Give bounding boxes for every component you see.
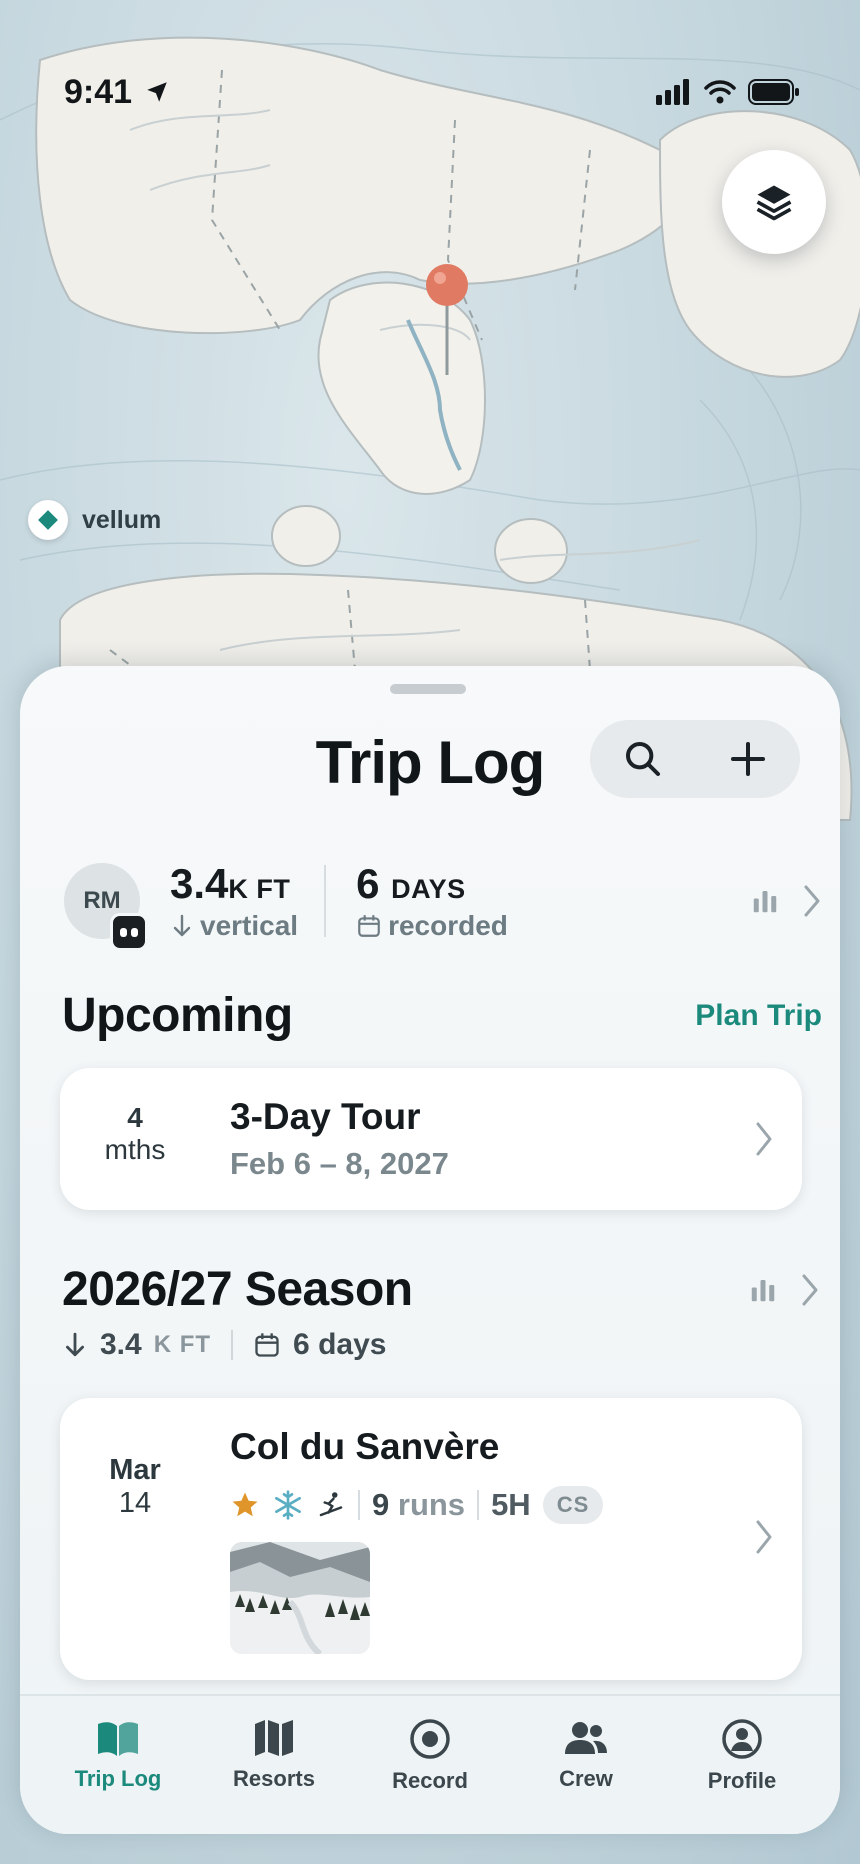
arrow-down-icon xyxy=(173,914,191,937)
resort-badge: CS xyxy=(542,1486,604,1524)
place-dot-icon xyxy=(28,500,68,540)
wifi-icon xyxy=(704,80,736,104)
entry-date: Mar 14 xyxy=(60,1454,210,1520)
season-days: 6 days xyxy=(293,1328,387,1361)
snowflake-icon xyxy=(275,1490,301,1520)
entry-meta: 9 runs 5H CS xyxy=(230,1486,604,1524)
tab-crew[interactable]: Crew xyxy=(511,1696,661,1834)
stat-divider xyxy=(324,865,327,937)
status-bar: 9:41 xyxy=(64,70,800,114)
trip-log-sheet: Trip Log RM 3.4K FT vertical 6 DAYS reco… xyxy=(20,666,840,1834)
add-icon[interactable] xyxy=(728,739,768,779)
entry-month: Mar xyxy=(109,1454,161,1486)
bar-chart-icon xyxy=(751,1279,775,1301)
cellular-signal-icon xyxy=(656,79,689,105)
map-icon xyxy=(255,1720,293,1756)
entry-day: 14 xyxy=(118,1487,152,1519)
trip-dates: Feb 6 – 8, 2027 xyxy=(230,1146,449,1181)
upcoming-header: Upcoming Plan Trip xyxy=(62,988,822,1043)
tab-resorts[interactable]: Resorts xyxy=(199,1696,349,1834)
chevron-right-icon xyxy=(756,1122,772,1156)
summary-stats[interactable]: RM 3.4K FT vertical 6 DAYS recorded xyxy=(64,846,824,956)
sheet-grabber[interactable] xyxy=(390,684,466,694)
status-time: 9:41 xyxy=(64,73,170,112)
tab-label: Trip Log xyxy=(74,1766,162,1791)
season-heading: 2026/27 Season xyxy=(62,1263,413,1316)
device-badge-icon xyxy=(110,913,148,951)
avatar[interactable]: RM xyxy=(64,863,148,951)
summary-divider xyxy=(231,1330,234,1360)
entry-resort-name: Col du Sanvère xyxy=(230,1426,500,1467)
location-arrow-icon xyxy=(147,82,167,102)
tab-label: Resorts xyxy=(233,1766,315,1791)
trip-name: 3-Day Tour xyxy=(230,1096,421,1137)
upcoming-heading: Upcoming xyxy=(62,989,293,1042)
map-place-label: vellum xyxy=(82,505,162,534)
days-unit: DAYS xyxy=(391,874,466,904)
arrow-down-icon xyxy=(66,1332,84,1357)
countdown-unit: mths xyxy=(104,1134,166,1165)
runs-label: runs xyxy=(397,1487,466,1522)
vertical-stat: 3.4K FT vertical xyxy=(170,860,298,942)
trip-photo-thumbnail[interactable] xyxy=(230,1542,370,1654)
bar-chart-icon xyxy=(753,891,777,913)
plan-trip-button[interactable]: Plan Trip xyxy=(695,999,822,1033)
days-value: 6 xyxy=(356,860,380,907)
vertical-unit: K FT xyxy=(228,874,291,904)
record-icon xyxy=(410,1719,450,1759)
days-stat: 6 DAYS recorded xyxy=(356,860,508,942)
duration-value: 5H xyxy=(491,1487,531,1522)
calendar-icon xyxy=(255,1333,279,1357)
chevron-right-icon xyxy=(756,1520,772,1554)
season-vertical-value: 3.4 xyxy=(100,1328,142,1361)
tab-bar: Trip Log Resorts Record Crew Profile xyxy=(20,1694,840,1834)
map-layers-button[interactable] xyxy=(722,150,826,254)
trip-photo xyxy=(230,1542,370,1654)
tab-label: Crew xyxy=(559,1766,613,1791)
search-icon[interactable] xyxy=(623,739,663,779)
tab-profile[interactable]: Profile xyxy=(667,1696,817,1834)
profile-icon xyxy=(722,1719,762,1759)
countdown-value: 4 xyxy=(127,1102,143,1133)
season-vertical-unit: K FT xyxy=(153,1331,212,1358)
trip-countdown: 4 mths xyxy=(60,1102,210,1166)
map-place-marker[interactable]: vellum xyxy=(28,500,161,540)
season-header[interactable]: 2026/27 Season xyxy=(62,1262,822,1317)
tab-record[interactable]: Record xyxy=(355,1696,505,1834)
title-actions xyxy=(590,720,800,798)
vertical-label: vertical xyxy=(200,910,299,941)
clock-text: 9:41 xyxy=(64,72,133,111)
book-icon xyxy=(98,1722,138,1756)
meta-divider xyxy=(358,1490,360,1520)
meta-divider xyxy=(477,1490,480,1520)
tab-label: Record xyxy=(392,1768,468,1793)
tab-trip-log[interactable]: Trip Log xyxy=(43,1696,193,1834)
vertical-value: 3.4 xyxy=(170,860,229,907)
trip-entry-card[interactable]: Mar 14 Col du Sanvère 9 runs 5H CS xyxy=(60,1398,802,1680)
tab-label: Profile xyxy=(707,1768,777,1793)
skier-icon xyxy=(319,1492,343,1517)
calendar-icon xyxy=(358,915,380,937)
people-icon xyxy=(565,1722,607,1754)
chevron-right-icon xyxy=(804,885,820,917)
season-summary: 3.4 K FT 6 days xyxy=(62,1328,386,1362)
upcoming-trip-card[interactable]: 4 mths 3-Day Tour Feb 6 – 8, 2027 xyxy=(60,1068,802,1210)
chevron-right-icon xyxy=(802,1274,818,1305)
layers-icon xyxy=(756,185,792,221)
avatar-initials: RM xyxy=(83,887,121,914)
runs-value: 9 xyxy=(372,1487,390,1522)
battery-icon xyxy=(748,79,799,105)
days-label: recorded xyxy=(388,910,508,941)
star-icon xyxy=(232,1492,258,1517)
